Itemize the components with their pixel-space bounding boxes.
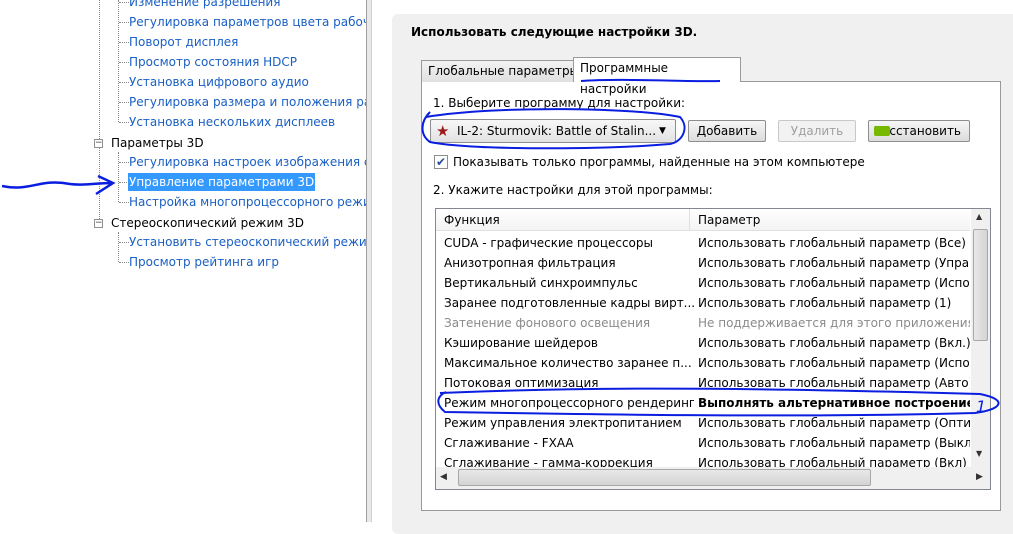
function-cell: Максимальное количество заранее п... [444, 356, 692, 370]
function-cell: Заранее подготовленные кадры вирт... [444, 296, 694, 310]
step2-label: 2. Укажите настройки для этой программы: [433, 183, 713, 197]
parameter-cell[interactable]: Выполнять альтернативное построение 1 [698, 393, 970, 413]
scroll-down-icon[interactable]: ▼ [976, 449, 982, 458]
function-cell: Режим управления электропитанием [444, 416, 682, 430]
program-select-value: IL-2: Sturmovik: Battle of Stalin... [457, 124, 657, 138]
column-header-function[interactable]: Функция [436, 209, 690, 231]
function-cell: Затенение фонового освещения [444, 316, 651, 330]
chevron-down-icon: ▼ [659, 126, 666, 136]
function-cell: Режим многопроцессорного рендеринга [444, 396, 694, 410]
program-select[interactable]: ★ IL-2: Sturmovik: Battle of Stalin... ▼ [430, 119, 676, 143]
table-row[interactable]: Потоковая оптимизация Использовать глобал… [436, 373, 970, 393]
parameter-cell[interactable]: Использовать глобальный параметр (Авто) [698, 373, 970, 393]
parameter-cell[interactable]: Не поддерживается для этого приложения [698, 313, 970, 333]
settings-grid: Функция Параметр CUDA - графические проц… [435, 208, 991, 490]
parameter-cell[interactable]: Использовать глобальный параметр (Оптима [698, 413, 970, 433]
function-cell: CUDA - графические процессоры [444, 236, 653, 250]
function-cell: Анизотропная фильтрация [444, 256, 616, 270]
tree-category-stereo[interactable]: Стереоскопический режим 3D [111, 214, 304, 232]
scroll-left-icon[interactable]: ◀ [440, 472, 447, 482]
tree-category-3d[interactable]: Параметры 3D [111, 134, 204, 152]
parameter-cell[interactable]: Использовать глобальный параметр (Исполь [698, 353, 970, 373]
parameter-cell[interactable]: Использовать глобальный параметр (Выкл) [698, 433, 970, 453]
tree-item-game-ratings[interactable]: Просмотр рейтинга игр [128, 253, 280, 271]
tree-item-rotate[interactable]: Поворот дисплея [128, 33, 239, 51]
add-button[interactable]: Добавить [688, 120, 766, 142]
nvidia-icon [874, 126, 890, 136]
tab-program[interactable]: Программные настройки [573, 57, 741, 96]
table-row[interactable]: Режим управления электропитанием Использо… [436, 413, 970, 433]
column-header-parameter[interactable]: Параметр [690, 209, 970, 231]
tree-item-color[interactable]: Регулировка параметров цвета рабочего [128, 13, 368, 31]
vertical-scrollbar[interactable]: ▲ ▼ [971, 209, 990, 467]
tree-item-hdcp[interactable]: Просмотр состояния HDCP [128, 53, 298, 71]
navigation-tree: Изменение разрешения Регулировка парамет… [0, 0, 368, 522]
tree-item-image-settings[interactable]: Регулировка настроек изображения с п [128, 153, 368, 171]
horizontal-scroll-thumb[interactable] [458, 469, 871, 486]
tree-item-resolution[interactable]: Изменение разрешения [128, 0, 281, 11]
vertical-scroll-thumb[interactable] [973, 229, 988, 341]
show-only-label: Показывать только программы, найденные н… [453, 155, 865, 169]
remove-button[interactable]: Удалить [778, 120, 856, 142]
table-row[interactable]: Анизотропная фильтрация Использовать глоб… [436, 253, 970, 273]
parameter-cell[interactable]: Использовать глобальный параметр (Исполь [698, 273, 970, 293]
page-heading: Использовать следующие настройки 3D. [411, 25, 698, 39]
table-row[interactable]: Режим многопроцессорного рендеринга Выпол… [436, 393, 970, 413]
collapse-3d-icon[interactable]: − [94, 139, 103, 148]
scroll-up-icon[interactable]: ▲ [976, 212, 982, 221]
function-cell: Потоковая оптимизация [444, 376, 599, 390]
tab-global[interactable]: Глобальные параметры [421, 60, 587, 82]
tree-item-set-stereo[interactable]: Установить стереоскопический режим 3 [128, 233, 368, 251]
table-row[interactable]: Сглаживание - FXAA Использовать глобальны… [436, 433, 970, 453]
table-row[interactable]: Заранее подготовленные кадры вирт... Испо… [436, 293, 970, 313]
step1-label: 1. Выберите программу для настройки: [433, 96, 686, 110]
tree-item-multi-gpu[interactable]: Настройка многопроцессорного режима [128, 193, 368, 211]
table-row[interactable]: Вертикальный синхроимпульс Использовать г… [436, 273, 970, 293]
table-row[interactable]: Затенение фонового освещения Не поддержив… [436, 313, 970, 333]
tree-item-multiple-displays[interactable]: Установка нескольких дисплеев [128, 113, 336, 131]
function-cell: Сглаживание - FXAA [444, 436, 574, 450]
parameter-cell[interactable]: Использовать глобальный параметр (Все) [698, 233, 970, 253]
parameter-cell[interactable]: Использовать глобальный параметр (Управл… [698, 253, 970, 273]
function-cell: Кэширование шейдеров [444, 336, 598, 350]
scroll-right-icon[interactable]: ▶ [976, 472, 983, 482]
show-only-checkbox[interactable]: ✔ [434, 155, 448, 169]
collapse-stereo-icon[interactable]: − [94, 219, 103, 228]
tree-item-size-position[interactable]: Регулировка размера и положения рабо [128, 93, 368, 111]
function-cell: Вертикальный синхроимпульс [444, 276, 638, 290]
tree-item-manage-3d[interactable]: Управление параметрами 3D [128, 173, 316, 191]
parameter-cell[interactable]: Использовать глобальный параметр (1) [698, 293, 970, 313]
horizontal-scrollbar[interactable]: ◀ ▶ [436, 467, 990, 489]
star-icon: ★ [436, 122, 450, 140]
table-row[interactable]: Кэширование шейдеров Использовать глобаль… [436, 333, 970, 353]
table-row[interactable]: CUDA - графические процессоры Использоват… [436, 233, 970, 253]
table-row[interactable]: Максимальное количество заранее п... Испо… [436, 353, 970, 373]
restore-button[interactable]: Восстановить [868, 120, 970, 142]
tree-item-audio[interactable]: Установка цифрового аудио [128, 73, 310, 91]
parameter-cell[interactable]: Использовать глобальный параметр (Вкл.) [698, 333, 970, 353]
